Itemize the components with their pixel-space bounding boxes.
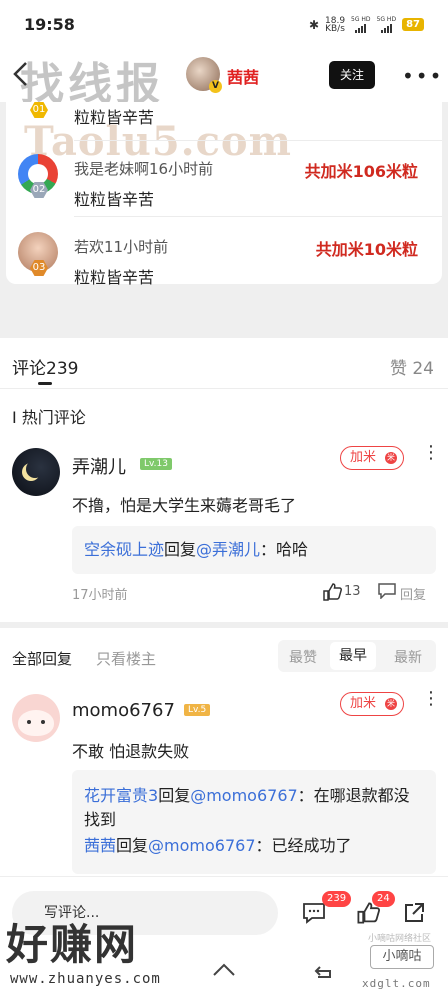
sort-top[interactable]: 最赞	[289, 647, 317, 667]
reward-row[interactable]: 03 若欢11小时前 粒粒皆辛苦 共加米10米粒	[18, 228, 430, 288]
reward-user: 我是老妹啊16小时前	[74, 160, 214, 178]
brand-url: xdglt.com	[362, 977, 431, 990]
divider	[74, 140, 442, 141]
home-nav-icon[interactable]	[212, 961, 236, 981]
sim2-signal-icon: 5G HD	[377, 16, 396, 33]
reward-text: 粒粒皆辛苦	[74, 190, 155, 209]
reward-list: Taolu5.com 01 粒粒皆辛苦 02 我是老妹啊16小时前 粒粒皆辛苦 …	[6, 102, 442, 287]
back-arrow-icon[interactable]	[10, 60, 34, 88]
tab-owner-only[interactable]: 只看楼主	[96, 648, 156, 669]
reply-button[interactable]: 回复	[400, 584, 426, 603]
like-count: 13	[344, 584, 361, 599]
level-badge: Lv.5	[184, 704, 211, 716]
more-options-icon[interactable]: ⋮	[422, 444, 440, 462]
reward-amount: 共加米106米粒	[304, 162, 418, 181]
reward-amount: 共加米10米粒	[315, 240, 418, 259]
brand-subtitle: 小嘀咕网络社区	[368, 934, 432, 944]
hot-comments-title: I 热门评论	[12, 408, 86, 427]
comment-author[interactable]: 弄潮儿	[72, 453, 126, 479]
more-options-icon[interactable]: •••	[402, 64, 443, 88]
follow-button[interactable]: 关注	[329, 61, 375, 89]
sort-toggle: 最赞 最早 最新	[278, 640, 436, 672]
tab-comments[interactable]: 评论239	[12, 354, 78, 379]
top-nav: 找线报 V 茜茜 关注 •••	[0, 46, 448, 110]
rice-icon: 米	[385, 698, 397, 710]
divider	[0, 388, 448, 389]
verified-v-icon: V	[209, 80, 222, 93]
tab-all-replies[interactable]: 全部回复	[12, 648, 72, 669]
status-time: 19:58	[24, 15, 75, 34]
bottom-bar: 写评论... 239 24 好赚网 www.zhuanyes.com 小嘀咕网络…	[0, 876, 448, 1000]
watermark-url: www.zhuanyes.com	[10, 971, 161, 987]
reward-row[interactable]: 01 粒粒皆辛苦	[18, 102, 430, 136]
author-name[interactable]: 茜茜	[227, 64, 259, 88]
rank-badge: 01	[30, 102, 48, 118]
share-icon[interactable]	[402, 901, 426, 925]
brand-logo: 小嘀咕	[370, 945, 434, 969]
reply-icon[interactable]	[378, 583, 396, 599]
divider	[74, 216, 442, 217]
thumbs-up-icon[interactable]	[322, 582, 342, 602]
watermark-logo: 好赚网	[6, 920, 139, 969]
sort-earliest[interactable]: 最早	[330, 642, 376, 670]
reward-text: 粒粒皆辛苦	[74, 268, 155, 287]
author-avatar[interactable]: V	[186, 57, 222, 93]
sim1-signal-icon: 5G HD	[351, 16, 371, 33]
reward-row[interactable]: 02 我是老妹啊16小时前 粒粒皆辛苦 共加米106米粒	[18, 150, 430, 210]
reply-line: 空余砚上迹回复@弄潮儿：哈哈	[84, 540, 309, 559]
bluetooth-icon: ✱	[308, 17, 319, 32]
rice-icon: 米	[385, 452, 397, 464]
reply-line: 茜茜回复@momo6767：已经成功了	[84, 836, 352, 855]
more-options-icon[interactable]: ⋮	[422, 690, 440, 708]
comments-panel: 评论239 赞 24 I 热门评论 弄潮儿 Lv.13 加米米 ⋮ 不撸，怕是大…	[0, 338, 448, 622]
reward-user: 若欢11小时前	[74, 238, 169, 256]
level-badge: Lv.13	[140, 458, 172, 470]
comment-text: 不撸，怕是大学生来薅老哥毛了	[72, 496, 297, 515]
like-count-badge: 24	[372, 891, 395, 907]
comment-text: 不敢 怕退款失败	[72, 742, 190, 761]
back-nav-icon[interactable]	[312, 961, 336, 981]
reply-line: 花开富贵3回复@momo6767：在哪退款都没找到	[84, 786, 410, 829]
avatar[interactable]	[12, 448, 60, 496]
add-rice-button[interactable]: 加米米	[340, 446, 404, 470]
status-bar: 19:58 ✱ 18.9 KB/s 5G HD 5G HD 87	[0, 0, 448, 46]
status-icons: ✱ 18.9 KB/s 5G HD 5G HD 87	[309, 16, 424, 33]
comment-time: 17小时前	[72, 588, 128, 603]
comment-icon[interactable]	[302, 901, 326, 925]
reward-text: 粒粒皆辛苦	[74, 108, 155, 127]
avatar[interactable]	[12, 694, 60, 742]
comment-count-badge: 239	[322, 891, 352, 907]
net-speed: 18.9 KB/s	[325, 15, 346, 34]
reply-preview[interactable]: 花开富贵3回复@momo6767：在哪退款都没找到 茜茜回复@momo6767：…	[72, 770, 436, 874]
battery-icon: 87	[402, 18, 424, 31]
tab-likes[interactable]: 赞 24	[390, 354, 434, 379]
sort-newest[interactable]: 最新	[394, 647, 422, 667]
add-rice-button[interactable]: 加米米	[340, 692, 404, 716]
comment-author[interactable]: momo6767	[72, 700, 175, 721]
reply-preview[interactable]: 空余砚上迹回复@弄潮儿：哈哈	[72, 526, 436, 574]
tab-indicator	[38, 382, 52, 385]
